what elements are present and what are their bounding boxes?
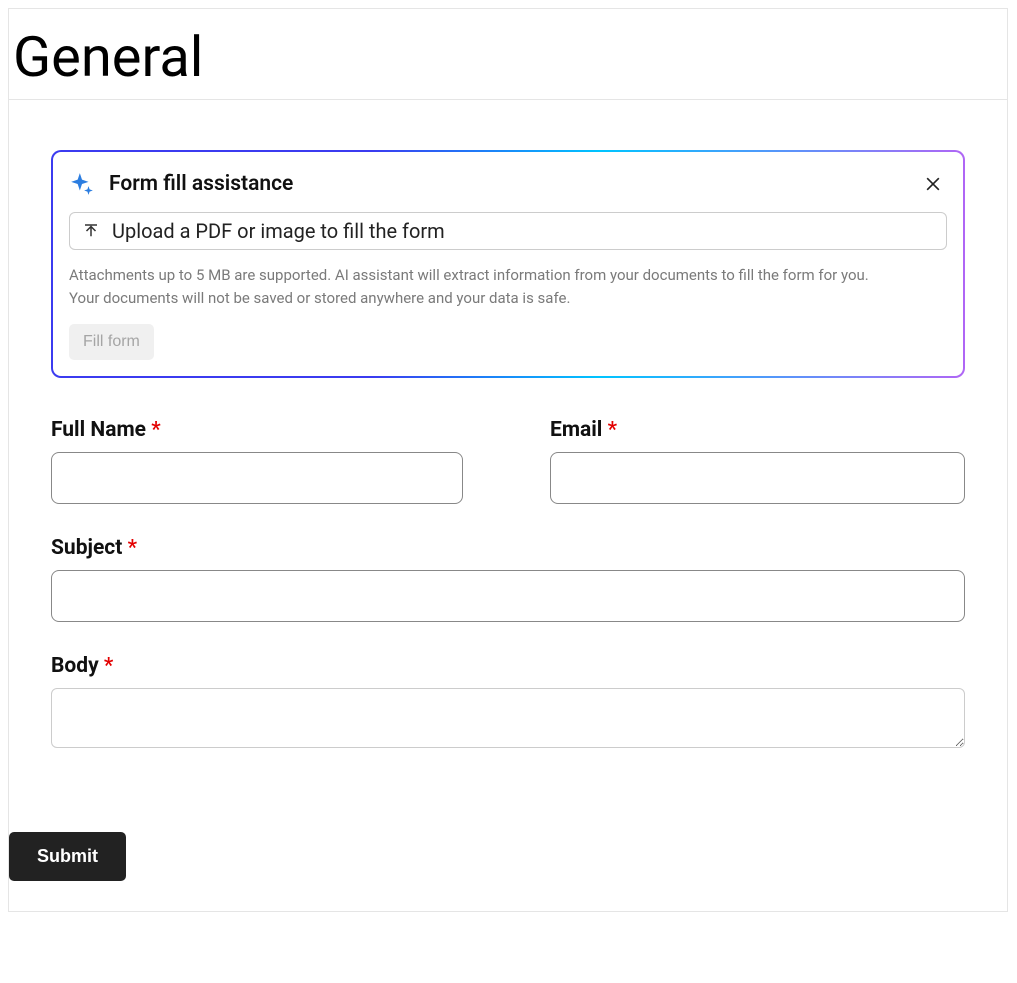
body-field: Body * — [51, 654, 965, 748]
assist-help-line1: Attachments up to 5 MB are supported. AI… — [69, 266, 869, 284]
form-fill-assistance-panel: Form fill assistance Upload a PDF or ima… — [51, 150, 965, 379]
assist-title-group: Form fill assistance — [69, 171, 293, 197]
required-marker: * — [608, 418, 617, 442]
assist-help-text: Attachments up to 5 MB are supported. AI… — [69, 264, 947, 311]
subject-input[interactable] — [51, 570, 965, 622]
assist-header: Form fill assistance — [69, 170, 947, 198]
page-title: General — [9, 27, 1007, 89]
submit-button[interactable]: Submit — [9, 832, 126, 881]
upload-bar[interactable]: Upload a PDF or image to fill the form — [69, 212, 947, 250]
fill-form-button[interactable]: Fill form — [69, 324, 154, 360]
submit-bar: Submit — [9, 808, 1007, 911]
subject-label: Subject * — [51, 536, 965, 560]
form-grid: Full Name * Email * Subject * — [51, 418, 965, 748]
sparkle-icon — [69, 171, 95, 197]
required-marker: * — [104, 654, 113, 678]
required-marker: * — [128, 536, 137, 560]
email-label: Email * — [550, 418, 965, 442]
close-button[interactable] — [919, 170, 947, 198]
email-input[interactable] — [550, 452, 965, 504]
body-label: Body * — [51, 654, 965, 678]
form-wrapper: Form fill assistance Upload a PDF or ima… — [9, 100, 1007, 809]
full-name-label: Full Name * — [51, 418, 466, 442]
close-icon — [923, 174, 943, 194]
assist-help-line2: Your documents will not be saved or stor… — [69, 289, 570, 307]
body-textarea[interactable] — [51, 688, 965, 748]
required-marker: * — [151, 418, 160, 442]
assist-title: Form fill assistance — [109, 172, 293, 196]
email-field: Email * — [550, 418, 965, 504]
full-name-field: Full Name * — [51, 418, 466, 504]
page-header: General — [9, 9, 1007, 100]
full-name-input[interactable] — [51, 452, 463, 504]
upload-text: Upload a PDF or image to fill the form — [112, 219, 445, 243]
page-container: General Form fill assistance — [8, 8, 1008, 912]
upload-icon — [82, 222, 100, 240]
subject-field: Subject * — [51, 536, 965, 622]
